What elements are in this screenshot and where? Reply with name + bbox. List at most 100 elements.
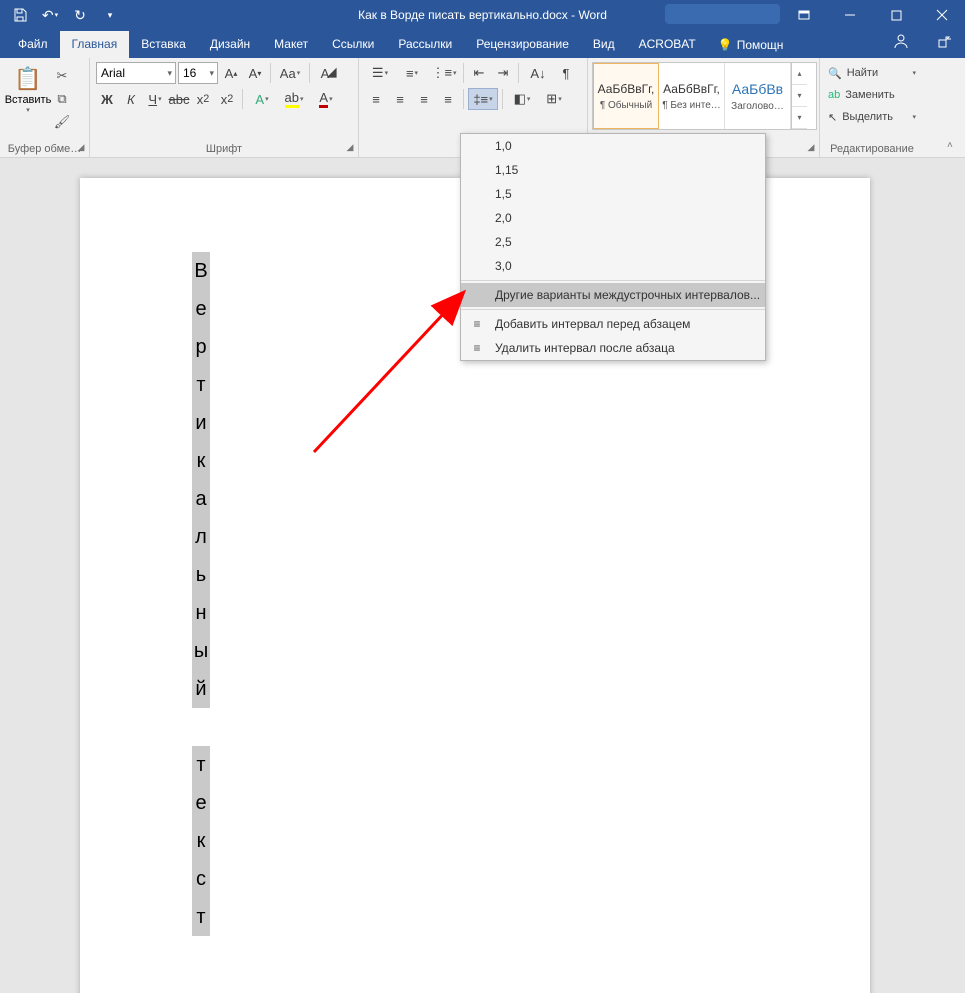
char: р (192, 328, 210, 366)
char: т (192, 898, 210, 936)
font-size-value: 16 (183, 66, 196, 80)
strike-icon[interactable]: abc (168, 88, 190, 110)
line-spacing-button[interactable]: ‡≡▾ (468, 88, 498, 110)
decrease-indent-icon[interactable]: ⇤ (468, 62, 490, 84)
undo-icon[interactable]: ↶▾ (36, 1, 64, 29)
paste-label: Вставить (5, 94, 52, 106)
font-launcher-icon[interactable]: ◢ (344, 142, 356, 154)
shading-icon[interactable]: ◧▾ (507, 88, 537, 110)
vertical-text-selection[interactable]: Вертикальныйтекст (192, 252, 210, 936)
tab-review[interactable]: Рецензирование (464, 31, 581, 58)
style-nospacing[interactable]: АаБбВвГг, ¶ Без инте… (659, 63, 725, 129)
text-effects-icon[interactable]: A▾ (247, 88, 277, 110)
add-space-before[interactable]: ≡Добавить интервал перед абзацем (461, 312, 765, 336)
save-icon[interactable] (6, 1, 34, 29)
spacing-3-0[interactable]: 3,0 (461, 254, 765, 278)
spacing-options[interactable]: Другие варианты междустрочных интервалов… (461, 283, 765, 307)
multilevel-icon[interactable]: ⋮≡▾ (429, 62, 459, 84)
tab-insert[interactable]: Вставка (129, 31, 198, 58)
tab-mailings[interactable]: Рассылки (386, 31, 464, 58)
tab-design[interactable]: Дизайн (198, 31, 262, 58)
change-case-icon[interactable]: Aa▾ (275, 62, 305, 84)
copy-icon[interactable]: ⧉ (52, 89, 72, 109)
font-name-combo[interactable]: Arial▾ (96, 62, 176, 84)
superscript-icon[interactable]: x2 (216, 88, 238, 110)
spacing-2-5[interactable]: 2,5 (461, 230, 765, 254)
qat-more-icon[interactable]: ▾ (96, 1, 124, 29)
justify-icon[interactable]: ≡ (437, 88, 459, 110)
tab-home[interactable]: Главная (60, 31, 130, 58)
styles-launcher-icon[interactable]: ◢ (805, 142, 817, 154)
font-size-combo[interactable]: 16▾ (178, 62, 218, 84)
clear-format-icon[interactable]: A◢ (314, 62, 336, 84)
shrink-font-icon[interactable]: A▾ (244, 62, 266, 84)
spacing-1-0[interactable]: 1,0 (461, 134, 765, 158)
increase-indent-icon[interactable]: ⇥ (492, 62, 514, 84)
underline-icon[interactable]: Ч▾ (144, 88, 166, 110)
bulb-icon: 💡 (718, 38, 733, 52)
style-heading1[interactable]: АаБбВв Заголово… (725, 63, 791, 129)
tell-me[interactable]: 💡Помощн (708, 32, 794, 58)
style-normal[interactable]: АаБбВвГг, ¶ Обычный (593, 63, 659, 129)
select-button[interactable]: ↖Выделить▾ (826, 106, 918, 128)
tab-view[interactable]: Вид (581, 31, 627, 58)
numbering-icon[interactable]: ≡▾ (397, 62, 427, 84)
tab-acrobat[interactable]: ACROBAT (627, 31, 708, 58)
align-left-icon[interactable]: ≡ (365, 88, 387, 110)
bold-icon[interactable]: Ж (96, 88, 118, 110)
clipboard-launcher-icon[interactable]: ◢ (75, 142, 87, 154)
close-icon[interactable] (919, 0, 965, 30)
remove-space-after[interactable]: ≡Удалить интервал после абзаца (461, 336, 765, 360)
bullets-icon[interactable]: ☰▾ (365, 62, 395, 84)
search-icon: 🔍 (828, 67, 842, 80)
align-center-icon[interactable]: ≡ (389, 88, 411, 110)
find-button[interactable]: 🔍Найти▾ (826, 62, 918, 84)
styles-gallery: АаБбВвГг, ¶ Обычный АаБбВвГг, ¶ Без инте… (592, 62, 817, 130)
font-color-icon[interactable]: A▾ (311, 88, 341, 110)
show-marks-icon[interactable]: ¶ (555, 62, 577, 84)
menu-separator (461, 280, 765, 281)
style-preview: АаБбВв (732, 81, 783, 97)
find-label: Найти (847, 67, 878, 79)
spacing-label: 3,0 (495, 259, 512, 273)
spacing-1-5[interactable]: 1,5 (461, 182, 765, 206)
char: к (192, 442, 210, 480)
collapse-ribbon-icon[interactable]: ˄ (947, 140, 961, 154)
char: и (192, 404, 210, 442)
menu-separator (461, 309, 765, 310)
spacing-label: 1,5 (495, 187, 512, 201)
account-icon[interactable] (879, 27, 923, 58)
tab-references[interactable]: Ссылки (320, 31, 386, 58)
italic-icon[interactable]: К (120, 88, 142, 110)
align-right-icon[interactable]: ≡ (413, 88, 435, 110)
style-name: Заголово… (727, 101, 788, 112)
cut-icon[interactable]: ✂ (52, 66, 72, 86)
ribbon-tabs: Файл Главная Вставка Дизайн Макет Ссылки… (0, 30, 965, 58)
spacing-2-0[interactable]: 2,0 (461, 206, 765, 230)
char: й (192, 670, 210, 708)
highlight-icon[interactable]: ab▾ (279, 88, 309, 110)
spacing-label: 1,15 (495, 163, 518, 177)
char: н (192, 594, 210, 632)
maximize-icon[interactable] (873, 0, 919, 30)
ribbon-options-icon[interactable] (781, 0, 827, 30)
sort-icon[interactable]: A↓ (523, 62, 553, 84)
group-editing: 🔍Найти▾ abЗаменить ↖Выделить▾ Редактиров… (820, 58, 924, 157)
format-painter-icon[interactable]: 🖌 (52, 112, 72, 132)
redo-icon[interactable]: ↻ (66, 1, 94, 29)
tab-layout[interactable]: Макет (262, 31, 320, 58)
tab-file[interactable]: Файл (6, 31, 60, 58)
replace-button[interactable]: abЗаменить (826, 84, 918, 106)
styles-more[interactable]: ▴▾▾ (791, 63, 807, 129)
borders-icon[interactable]: ⊞▾ (539, 88, 569, 110)
subscript-icon[interactable]: x2 (192, 88, 214, 110)
minimize-icon[interactable] (827, 0, 873, 30)
grow-font-icon[interactable]: A▴ (220, 62, 242, 84)
group-label-editing: Редактирование (820, 143, 924, 155)
user-badge (665, 4, 780, 24)
spacing-1-15[interactable]: 1,15 (461, 158, 765, 182)
share-icon[interactable] (923, 29, 965, 58)
char: е (192, 290, 210, 328)
replace-icon: ab (828, 89, 840, 101)
paste-button[interactable]: 📋 Вставить ▾ (6, 62, 50, 132)
